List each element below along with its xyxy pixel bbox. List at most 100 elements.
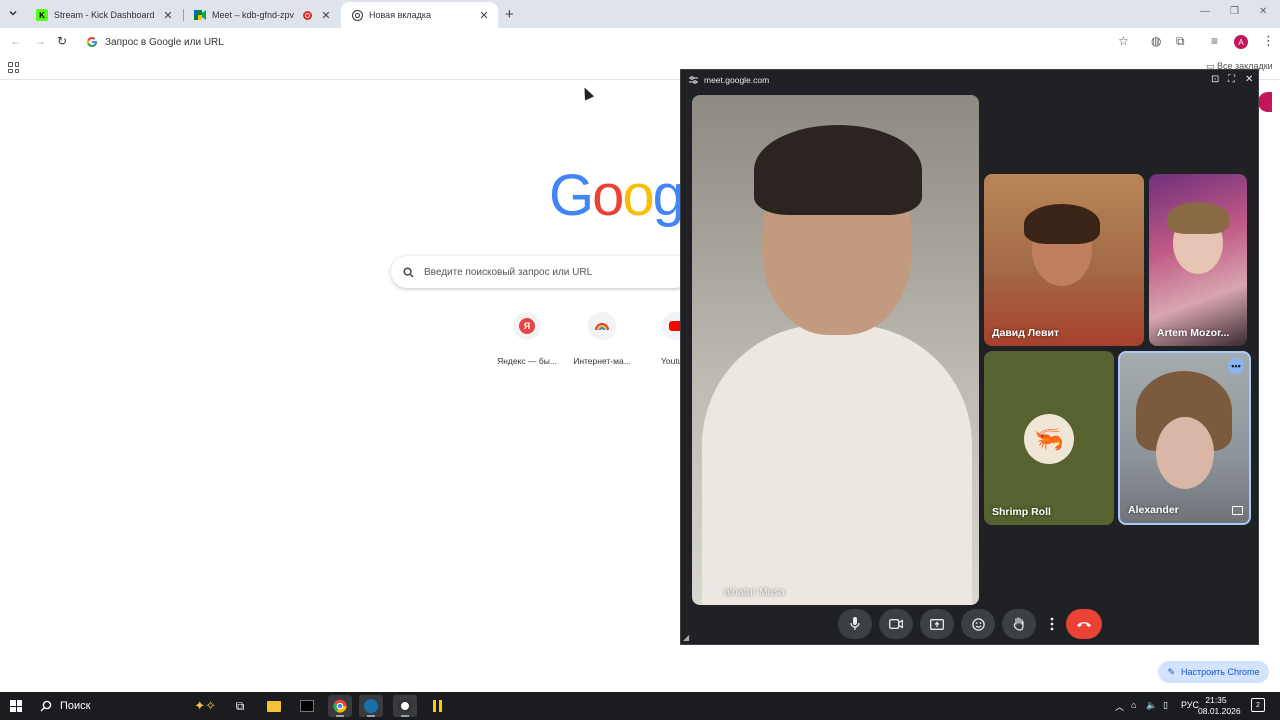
tab-title: Новая вкладка <box>369 10 432 20</box>
taskbar-search[interactable]: Поиск ✦✧ <box>32 692 222 720</box>
translate-icon[interactable]: ◍ <box>1151 34 1161 48</box>
participant-video <box>702 325 972 605</box>
google-g-icon <box>86 37 97 47</box>
tab-strip: K Stream - Kick Dashboard ✕ Meet – kdb-g… <box>0 0 1280 28</box>
more-options-icon[interactable]: ••• <box>1228 358 1244 374</box>
emoji-icon <box>971 617 985 631</box>
shortcut-label: Интернет-ма... <box>573 356 631 366</box>
shortcut-yandex[interactable]: Я Яндекс — бы... <box>492 312 562 366</box>
more-options-button[interactable] <box>1045 609 1059 639</box>
terminal-icon[interactable] <box>295 695 319 717</box>
notifications-icon[interactable]: 2 <box>1251 698 1265 712</box>
search-icon <box>403 266 414 278</box>
shortcut-youtube[interactable]: Youtu <box>640 312 680 366</box>
media-control-icon[interactable]: ≡ <box>1211 34 1218 48</box>
pin-icon[interactable] <box>705 583 714 594</box>
present-button[interactable] <box>920 609 954 639</box>
volume-icon[interactable]: 🔈 <box>1146 700 1157 711</box>
customize-chrome-button[interactable]: ✎ Настроить Chrome <box>1158 661 1269 683</box>
language-indicator[interactable]: РУС <box>1181 700 1199 710</box>
shortcut-internet-shop[interactable]: Интернет-ма... <box>567 312 637 366</box>
pip-url: meet.google.com <box>704 75 770 85</box>
search-placeholder: Введите поисковый запрос или URL <box>424 266 593 278</box>
participant-name: Давид Левит <box>992 327 1060 339</box>
tab-close-icon[interactable]: ✕ <box>478 9 490 22</box>
copilot-sparkle-icon: ✦✧ <box>194 698 216 713</box>
yellow-app-icon[interactable] <box>425 695 449 717</box>
customize-label: Настроить Chrome <box>1181 667 1260 677</box>
tab-meet[interactable]: Meet – kdb-gfnd-zpv ✕ <box>184 2 340 28</box>
participant-video <box>1024 204 1100 244</box>
kick-icon: K <box>36 9 48 21</box>
reload-icon[interactable]: ↻ <box>57 34 67 48</box>
clock-time: 21:35 <box>1205 695 1227 705</box>
task-view-icon[interactable]: ⧉ <box>228 695 252 717</box>
site-info-icon[interactable] <box>689 76 698 84</box>
forward-icon[interactable]: → <box>34 34 46 48</box>
chrome-icon <box>351 9 363 21</box>
apps-grid-icon[interactable] <box>8 62 19 73</box>
expand-icon[interactable]: ⛶ <box>1228 74 1235 85</box>
pip-close-icon[interactable]: ✕ <box>1245 74 1253 85</box>
logo-letter: G <box>549 163 594 228</box>
participant-name: Shrimp Roll <box>992 506 1051 518</box>
participant-tile[interactable]: 🦐 Shrimp Roll <box>984 351 1114 525</box>
hang-up-icon <box>1077 622 1091 627</box>
microphone-button[interactable] <box>838 609 872 639</box>
raise-hand-icon <box>1013 617 1024 631</box>
shortcut-label: Яндекс — бы... <box>497 356 557 366</box>
participant-tile-main[interactable]: alnatur Musa <box>692 95 979 605</box>
participant-tile[interactable]: Artem Mozor... <box>1149 174 1247 346</box>
resize-handle-icon[interactable]: ◢ <box>683 633 689 642</box>
ntp-profile-avatar[interactable] <box>1258 92 1272 112</box>
hang-up-button[interactable] <box>1066 609 1102 639</box>
meet-controls <box>681 609 1258 641</box>
tray-chevron-icon[interactable]: ︿ <box>1115 700 1124 713</box>
toolbar: ← → ↻ Запрос в Google или URL ☆ ◍ ⧉ ≡ А … <box>0 28 1280 56</box>
ntp-search-box[interactable]: Введите поисковый запрос или URL <box>391 256 691 288</box>
network-icon[interactable]: ⌂ <box>1131 700 1136 710</box>
restore-icon[interactable]: ❐ <box>1230 6 1239 17</box>
recording-icon <box>303 10 312 20</box>
present-icon <box>930 618 944 630</box>
windows-start-icon[interactable] <box>10 700 22 712</box>
tab-title: Meet – kdb-gfnd-zpv <box>212 10 295 20</box>
participant-name: Alexander <box>1128 504 1179 516</box>
participant-video <box>1156 417 1214 489</box>
rainbow-icon <box>588 312 616 340</box>
participant-tile-active[interactable]: ••• Alexander <box>1118 351 1251 525</box>
tab-kick-dashboard[interactable]: K Stream - Kick Dashboard ✕ <box>26 2 182 28</box>
chrome-taskbar-icon[interactable] <box>328 695 352 717</box>
camera-button[interactable] <box>879 609 913 639</box>
search-icon <box>40 700 52 712</box>
tab-new-tab[interactable]: Новая вкладка ✕ <box>341 2 498 28</box>
file-explorer-icon[interactable] <box>262 695 286 717</box>
logo-letter: o <box>592 163 624 228</box>
mouse-cursor-icon <box>579 85 595 101</box>
notifications-count: 2 <box>1256 701 1260 709</box>
steam-icon[interactable] <box>359 695 383 717</box>
profile-avatar[interactable]: А <box>1234 35 1248 49</box>
new-tab-plus-icon[interactable]: + <box>505 6 514 23</box>
battery-icon[interactable]: ▯ <box>1163 700 1168 711</box>
obs-icon[interactable] <box>393 695 417 717</box>
tab-close-icon[interactable]: ✕ <box>320 9 332 22</box>
reactions-button[interactable] <box>961 609 995 639</box>
logo-letter: g <box>652 163 685 228</box>
back-to-tab-icon[interactable]: ⊡ <box>1211 74 1219 85</box>
tab-close-icon[interactable]: ✕ <box>162 9 174 22</box>
bookmark-star-icon[interactable]: ☆ <box>1118 34 1129 48</box>
extensions-icon[interactable]: ⧉ <box>1176 34 1185 49</box>
chrome-menu-icon[interactable]: ⋮ <box>1262 33 1275 49</box>
taskbar: Поиск ✦✧ ⧉ ︿ ⌂ 🔈 ▯ РУС 21:35 08.01.2026 … <box>0 692 1280 720</box>
minimize-icon[interactable]: — <box>1200 6 1210 17</box>
omnibox[interactable]: Запрос в Google или URL <box>80 31 1140 53</box>
tab-search-chevron-icon[interactable] <box>5 5 21 21</box>
camera-icon <box>889 619 903 629</box>
yandex-icon: Я <box>513 312 541 340</box>
participant-tile[interactable]: Давид Левит <box>984 174 1144 346</box>
raise-hand-button[interactable] <box>1002 609 1036 639</box>
clock[interactable]: 21:35 08.01.2026 <box>1198 695 1241 717</box>
back-icon[interactable]: ← <box>10 34 22 48</box>
close-window-icon[interactable]: ✕ <box>1259 6 1267 17</box>
